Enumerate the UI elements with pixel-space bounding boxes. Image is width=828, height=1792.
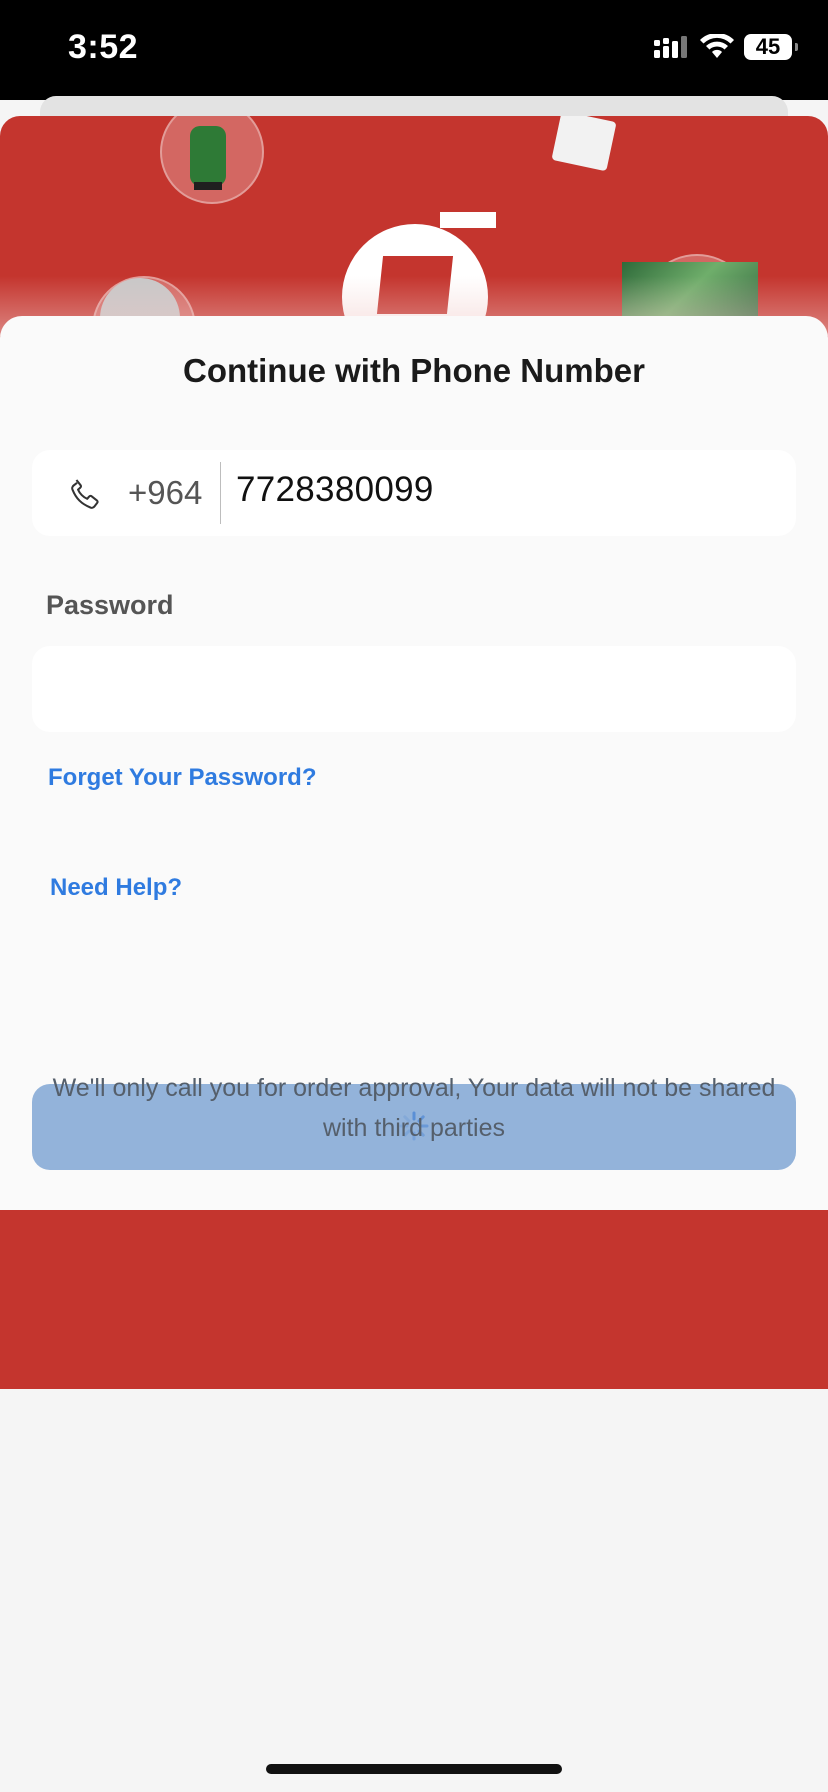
login-sheet: Continue with Phone Number +964 77283800… [0,316,828,1210]
brand-logo-flag [440,212,496,228]
status-bar: 3:52 45 [0,0,828,100]
password-input[interactable] [32,646,796,732]
person-image [190,126,226,190]
cellular-signal-icon [654,36,687,58]
password-label: Password [46,590,174,620]
privacy-disclaimer: We'll only call you for order approval, … [52,1074,776,1142]
need-help-link[interactable]: Need Help? [50,874,182,902]
product-tag-image [551,116,617,172]
battery-indicator: 45 [744,34,798,60]
country-code-selector[interactable]: +964 [128,474,202,512]
field-divider [220,462,221,524]
phone-number-field[interactable]: +964 7728380099 [32,450,796,536]
phone-number-input[interactable]: 7728380099 [236,470,434,510]
status-indicators: 45 [654,34,798,60]
phone-icon [71,479,99,509]
page-title: Continue with Phone Number [183,352,645,389]
home-indicator[interactable] [266,1764,562,1774]
status-time: 3:52 [68,28,139,66]
wifi-icon [700,34,734,58]
forgot-password-link[interactable]: Forget Your Password? [48,764,317,792]
